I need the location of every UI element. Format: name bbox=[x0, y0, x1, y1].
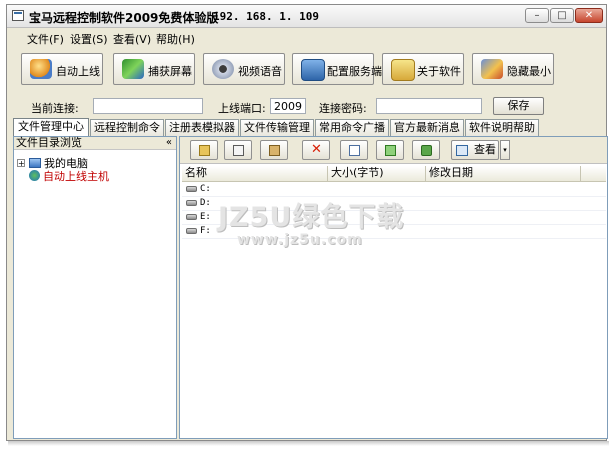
view-dropdown-icon[interactable]: ▾ bbox=[500, 140, 510, 160]
menu-view[interactable]: 查看(V) bbox=[113, 31, 151, 47]
config-server-button[interactable]: 配置服务端 bbox=[292, 53, 382, 85]
column-size[interactable]: 大小(字节) bbox=[328, 166, 426, 181]
file-toolbar: ✕ 查看 ▾ bbox=[180, 137, 607, 164]
menu-bar: 文件(F) 设置(S) 查看(V) 帮助(H) bbox=[7, 28, 606, 48]
tab-file-manager[interactable]: 文件管理中心 bbox=[13, 118, 89, 137]
window-title: 宝马远程控制软件2009免费体验版 bbox=[29, 11, 219, 25]
collapse-icon[interactable]: « bbox=[166, 137, 172, 149]
config-server-icon bbox=[301, 59, 325, 81]
auto-online-button[interactable]: 自动上线 bbox=[21, 53, 103, 85]
menu-help[interactable]: 帮助(H) bbox=[156, 31, 195, 47]
copy-button[interactable] bbox=[224, 140, 252, 160]
about-button[interactable]: 关于软件 bbox=[382, 53, 464, 85]
file-list-header: 名称 大小(字节) 修改日期 bbox=[182, 166, 606, 182]
hide-minimize-button[interactable]: 隐藏最小 bbox=[472, 53, 554, 85]
menu-file[interactable]: 文件(F) bbox=[27, 31, 64, 47]
about-icon bbox=[391, 59, 415, 81]
tree-item-my-computer[interactable]: + 我的电脑 bbox=[17, 155, 88, 170]
file-tree-header: 文件目录浏览 « bbox=[14, 137, 176, 150]
hide-minimize-icon bbox=[481, 59, 503, 79]
app-icon bbox=[12, 10, 24, 21]
refresh-button[interactable] bbox=[412, 140, 440, 160]
menu-settings[interactable]: 设置(S) bbox=[70, 31, 108, 47]
main-toolbar: 自动上线 捕获屏幕 视频语音 配置服务端 关于软件 隐藏最小 bbox=[9, 51, 604, 91]
user-online-icon bbox=[30, 59, 52, 79]
tab-remote-commands[interactable]: 远程控制命令 bbox=[90, 119, 164, 136]
computer-icon bbox=[29, 158, 41, 168]
up-folder-button[interactable] bbox=[190, 140, 218, 160]
new-file-button[interactable] bbox=[340, 140, 368, 160]
copy-icon bbox=[233, 145, 244, 156]
tab-command-broadcast[interactable]: 常用命令广播 bbox=[315, 119, 389, 136]
view-button[interactable]: 查看 bbox=[451, 140, 499, 160]
view-icon bbox=[456, 145, 468, 156]
close-button[interactable]: ✕ bbox=[575, 8, 603, 23]
watermark-logo: JZ5U绿色下载 bbox=[218, 202, 405, 233]
globe-host-icon bbox=[29, 170, 40, 181]
current-connection-label: 当前连接: bbox=[31, 102, 79, 115]
new-file-icon bbox=[349, 145, 360, 156]
online-port-label: 上线端口: bbox=[218, 102, 266, 115]
connection-password-input[interactable] bbox=[376, 98, 482, 114]
watermark-url: www.jz5u.com bbox=[237, 232, 363, 248]
tab-help[interactable]: 软件说明帮助 bbox=[465, 119, 539, 136]
download-icon bbox=[385, 145, 396, 156]
delete-icon: ✕ bbox=[311, 142, 322, 157]
title-bar: 宝马远程控制软件2009免费体验版 192. 168. 1. 109 – □ ✕ bbox=[7, 5, 606, 28]
tab-registry[interactable]: 注册表模拟器 bbox=[165, 119, 239, 136]
file-tree-pane: 文件目录浏览 « + 我的电脑 自动上线主机 bbox=[13, 136, 177, 439]
paste-icon bbox=[269, 145, 280, 156]
tree-item-auto-online-host[interactable]: 自动上线主机 bbox=[29, 168, 109, 183]
save-button[interactable]: 保存 bbox=[493, 97, 544, 115]
delete-button[interactable]: ✕ bbox=[302, 140, 330, 160]
capture-screen-button[interactable]: 捕获屏幕 bbox=[113, 53, 195, 85]
webcam-icon bbox=[212, 59, 234, 79]
current-connection-input[interactable] bbox=[93, 98, 203, 114]
expand-icon[interactable]: + bbox=[17, 159, 25, 168]
connection-bar: 当前连接: 上线端口: 连接密码: 保存 bbox=[7, 95, 606, 117]
window-shadow bbox=[8, 441, 609, 446]
download-button[interactable] bbox=[376, 140, 404, 160]
maximize-button[interactable]: □ bbox=[550, 8, 574, 23]
drive-icon bbox=[186, 214, 197, 220]
column-modified[interactable]: 修改日期 bbox=[426, 166, 581, 181]
refresh-icon bbox=[421, 145, 432, 156]
tab-file-transfer[interactable]: 文件传输管理 bbox=[240, 119, 314, 136]
drive-icon bbox=[186, 186, 197, 192]
screen-capture-icon bbox=[122, 59, 144, 79]
drive-icon bbox=[186, 228, 197, 234]
online-port-input[interactable] bbox=[270, 98, 306, 114]
up-folder-icon bbox=[199, 145, 210, 156]
tab-latest-news[interactable]: 官方最新消息 bbox=[390, 119, 464, 136]
column-name[interactable]: 名称 bbox=[182, 166, 328, 181]
file-list-pane: ✕ 查看 ▾ 名称 大小(字节) 修改日期 C: D: E: F: bbox=[179, 136, 608, 439]
paste-button[interactable] bbox=[260, 140, 288, 160]
connection-password-label: 连接密码: bbox=[319, 102, 367, 115]
drive-icon bbox=[186, 200, 197, 206]
window-ip: 192. 168. 1. 109 bbox=[213, 10, 319, 23]
minimize-button[interactable]: – bbox=[525, 8, 549, 23]
video-voice-button[interactable]: 视频语音 bbox=[203, 53, 285, 85]
